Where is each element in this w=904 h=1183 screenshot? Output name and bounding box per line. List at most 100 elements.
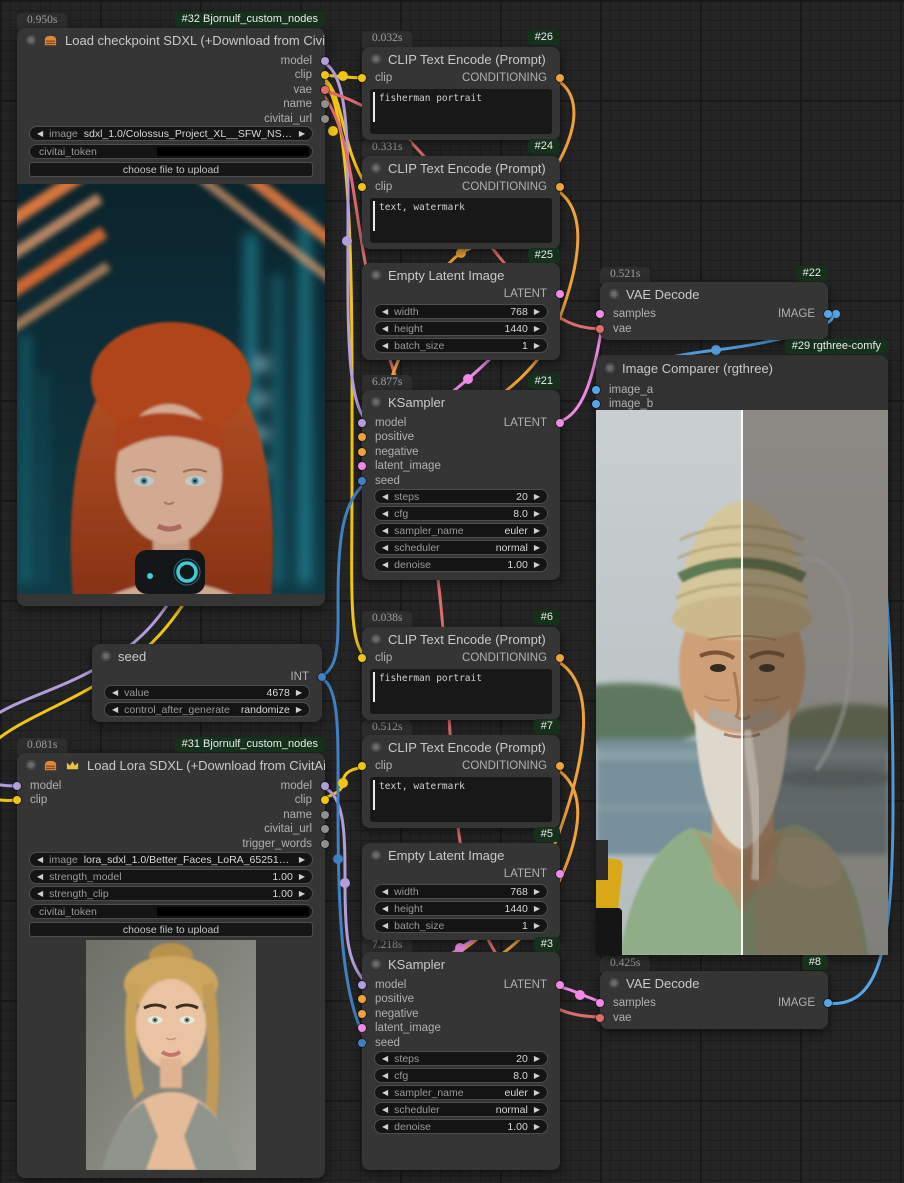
- node-title-bar[interactable]: KSampler: [362, 390, 560, 414]
- prompt-textarea[interactable]: text, watermark: [370, 198, 552, 243]
- node-image-comparer[interactable]: Image Comparer (rgthree) image_a image_b: [596, 355, 888, 955]
- conditioning-port-icon[interactable]: [556, 762, 564, 770]
- input-seed[interactable]: seed: [362, 1036, 400, 1050]
- input-latent-image[interactable]: latent_image: [362, 1021, 441, 1035]
- input-image-b[interactable]: image_b: [596, 397, 653, 411]
- width-widget[interactable]: ◀width768▶: [374, 304, 548, 319]
- input-positive[interactable]: positive: [362, 992, 414, 1006]
- input-clip[interactable]: clip: [362, 180, 392, 194]
- node-seed[interactable]: seed INT ◀value4678▶ ◀control_after_gene…: [92, 644, 322, 722]
- latent-port-icon[interactable]: [596, 999, 604, 1007]
- input-model[interactable]: model: [362, 416, 406, 430]
- model-port-icon[interactable]: [321, 782, 329, 790]
- seed-value-widget[interactable]: ◀value4678▶: [104, 685, 310, 700]
- vae-port-icon[interactable]: [596, 1014, 604, 1022]
- increment-icon[interactable]: ▶: [534, 490, 540, 503]
- node-ksampler-3[interactable]: KSampler model positive negative latent_…: [362, 952, 560, 1170]
- collapse-dot-icon[interactable]: [26, 35, 36, 45]
- collapse-dot-icon[interactable]: [26, 760, 36, 770]
- combo-left-icon[interactable]: ◀: [382, 1086, 388, 1099]
- increment-icon[interactable]: ▶: [534, 322, 540, 335]
- combo-left-icon[interactable]: ◀: [382, 1103, 388, 1116]
- output-trigger-words[interactable]: trigger_words: [242, 837, 325, 851]
- image-port-icon[interactable]: [592, 386, 600, 394]
- batch-size-widget[interactable]: ◀batch_size1▶: [374, 338, 548, 353]
- strength-model-widget[interactable]: ◀strength_model1.00▶: [29, 869, 313, 884]
- prompt-textarea[interactable]: fisherman portrait: [370, 89, 552, 134]
- clip-port-icon[interactable]: [358, 654, 366, 662]
- prompt-textarea[interactable]: text, watermark: [370, 777, 552, 822]
- decrement-icon[interactable]: ◀: [382, 1052, 388, 1065]
- decrement-icon[interactable]: ◀: [382, 490, 388, 503]
- output-conditioning[interactable]: CONDITIONING: [462, 759, 560, 773]
- increment-icon[interactable]: ▶: [534, 1120, 540, 1133]
- collapse-dot-icon[interactable]: [371, 742, 381, 752]
- node-title-bar[interactable]: CLIP Text Encode (Prompt): [362, 156, 560, 180]
- increment-icon[interactable]: ▶: [534, 1052, 540, 1065]
- conditioning-port-icon[interactable]: [556, 654, 564, 662]
- collapse-dot-icon[interactable]: [371, 850, 381, 860]
- node-vae-decode-22[interactable]: VAE Decode samples vae IMAGE: [600, 282, 828, 340]
- height-widget[interactable]: ◀height1440▶: [374, 901, 548, 916]
- increment-icon[interactable]: ▶: [534, 507, 540, 520]
- int-port-icon[interactable]: [358, 1039, 366, 1047]
- image-port-icon[interactable]: [824, 310, 832, 318]
- input-samples[interactable]: samples: [600, 996, 656, 1010]
- output-model[interactable]: model: [281, 54, 325, 68]
- node-title-bar[interactable]: CLIP Text Encode (Prompt): [362, 627, 560, 651]
- collapse-dot-icon[interactable]: [609, 289, 619, 299]
- decrement-icon[interactable]: ◀: [382, 919, 388, 932]
- image-combo-widget[interactable]: ◀ image sdxl_1.0/Colossus_Project_XL__SF…: [29, 126, 313, 141]
- output-vae[interactable]: vae: [293, 83, 325, 97]
- decrement-icon[interactable]: ◀: [382, 1120, 388, 1133]
- node-clip-text-encode-6[interactable]: CLIP Text Encode (Prompt) clip CONDITION…: [362, 627, 560, 720]
- conditioning-port-icon[interactable]: [556, 74, 564, 82]
- collapse-dot-icon[interactable]: [371, 959, 381, 969]
- clip-port-icon[interactable]: [358, 762, 366, 770]
- model-port-icon[interactable]: [358, 981, 366, 989]
- cfg-widget[interactable]: ◀cfg8.0▶: [374, 1068, 548, 1083]
- int-port-icon[interactable]: [318, 673, 326, 681]
- increment-icon[interactable]: ▶: [534, 885, 540, 898]
- decrement-icon[interactable]: ◀: [382, 1069, 388, 1082]
- latent-port-icon[interactable]: [358, 1024, 366, 1032]
- increment-icon[interactable]: ▶: [534, 339, 540, 352]
- latent-port-icon[interactable]: [556, 870, 564, 878]
- vae-port-icon[interactable]: [321, 86, 329, 94]
- scheduler-widget[interactable]: ◀schedulernormal▶: [374, 540, 548, 555]
- increment-icon[interactable]: ▶: [299, 887, 305, 900]
- combo-left-icon[interactable]: ◀: [37, 127, 43, 140]
- increment-icon[interactable]: ▶: [299, 870, 305, 883]
- conditioning-port-icon[interactable]: [358, 995, 366, 1003]
- batch-size-widget[interactable]: ◀batch_size1▶: [374, 918, 548, 933]
- height-widget[interactable]: ◀height1440▶: [374, 321, 548, 336]
- input-clip[interactable]: clip: [362, 759, 392, 773]
- input-samples[interactable]: samples: [600, 307, 656, 321]
- combo-right-icon[interactable]: ▶: [534, 541, 540, 554]
- increment-icon[interactable]: ▶: [534, 558, 540, 571]
- decrement-icon[interactable]: ◀: [382, 558, 388, 571]
- steps-widget[interactable]: ◀steps20▶: [374, 489, 548, 504]
- model-port-icon[interactable]: [321, 57, 329, 65]
- scheduler-widget[interactable]: ◀schedulernormal▶: [374, 1102, 548, 1117]
- input-model[interactable]: model: [17, 779, 61, 793]
- input-image-a[interactable]: image_a: [596, 383, 653, 397]
- output-latent[interactable]: LATENT: [504, 978, 560, 992]
- node-title-bar[interactable]: Empty Latent Image: [362, 843, 560, 867]
- node-clip-text-encode-24[interactable]: CLIP Text Encode (Prompt) clip CONDITION…: [362, 156, 560, 249]
- combo-right-icon[interactable]: ▶: [534, 1086, 540, 1099]
- output-name[interactable]: name: [283, 808, 325, 822]
- conditioning-port-icon[interactable]: [556, 183, 564, 191]
- latent-port-icon[interactable]: [596, 310, 604, 318]
- combo-left-icon[interactable]: ◀: [382, 524, 388, 537]
- node-title-bar[interactable]: Empty Latent Image: [362, 263, 560, 287]
- control-after-generate-widget[interactable]: ◀control_after_generaterandomize▶: [104, 702, 310, 717]
- output-image[interactable]: IMAGE: [778, 307, 828, 321]
- denoise-widget[interactable]: ◀denoise1.00▶: [374, 1119, 548, 1134]
- collapse-dot-icon[interactable]: [609, 978, 619, 988]
- combo-left-icon[interactable]: ◀: [37, 853, 43, 866]
- combo-left-icon[interactable]: ◀: [112, 703, 118, 716]
- output-name[interactable]: name: [283, 97, 325, 111]
- combo-right-icon[interactable]: ▶: [299, 853, 305, 866]
- increment-icon[interactable]: ▶: [296, 686, 302, 699]
